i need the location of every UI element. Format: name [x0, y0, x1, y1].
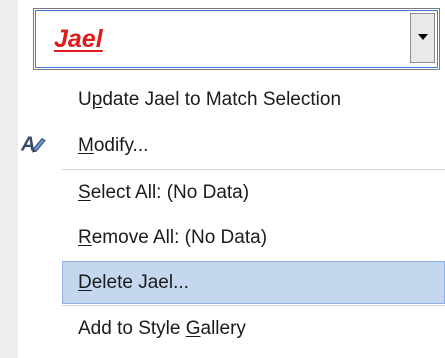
modify-style-pen-icon: A	[20, 133, 46, 160]
menu-item-label: Add to Style Gallery	[78, 318, 246, 339]
menu-item-label: Delete Jael...	[78, 271, 189, 293]
menu-item-label: Select All: (No Data)	[78, 181, 250, 203]
style-dropdown-button[interactable]	[410, 13, 435, 63]
menu-item-label: Remove All: (No Data)	[78, 226, 268, 248]
menu-item-update-to-match[interactable]: Update Jael to Match Selection	[0, 77, 445, 123]
menu-item-select-all[interactable]: Select All: (No Data)	[0, 170, 445, 215]
menu-item-label: Modify...	[78, 135, 149, 156]
current-style-name[interactable]: Jael	[54, 25, 103, 54]
menu-item-delete-style[interactable]: Delete Jael...	[0, 260, 445, 305]
chevron-down-icon	[418, 34, 428, 40]
menu-item-remove-all[interactable]: Remove All: (No Data)	[0, 215, 445, 260]
style-name-combobox[interactable]: Jael	[33, 8, 440, 70]
menu-item-modify[interactable]: A Modify...	[0, 123, 445, 169]
menu-item-add-to-gallery[interactable]: Add to Style Gallery	[0, 306, 445, 352]
menu-item-label: Update Jael to Match Selection	[78, 89, 342, 110]
style-context-menu: Update Jael to Match Selection A Modify.…	[0, 77, 445, 352]
